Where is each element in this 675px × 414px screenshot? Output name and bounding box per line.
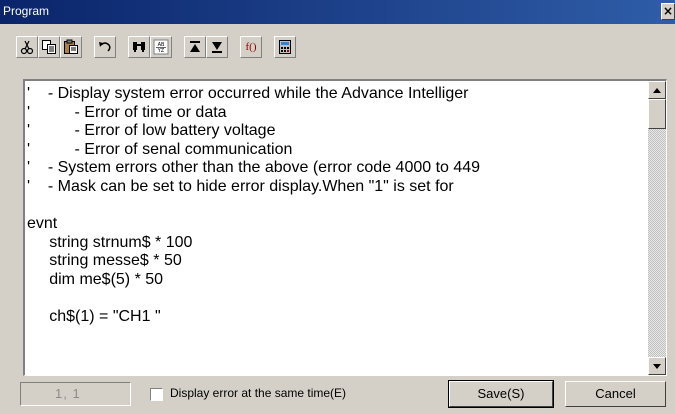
go-bottom-icon (212, 42, 222, 53)
svg-text:YZ: YZ (157, 48, 165, 54)
code-line[interactable]: string strnum$ * 100 (27, 234, 653, 253)
paste-button[interactable] (60, 36, 82, 58)
scroll-down-button[interactable] (648, 357, 666, 375)
program-window: Program × AB YZ f() ' - Display system e… (0, 0, 675, 414)
code-line[interactable]: string messe$ * 50 (27, 252, 653, 271)
status-bar: 1, 1 Display error at the same time(E) S… (0, 376, 675, 414)
go-bottom-button[interactable] (206, 36, 228, 58)
code-line[interactable]: evnt (27, 215, 653, 234)
code-line[interactable]: ' - System errors other than the above (… (27, 159, 653, 178)
display-error-checkbox[interactable] (150, 388, 163, 401)
replace-icon: AB YZ (153, 39, 169, 55)
cancel-button[interactable]: Cancel (565, 381, 666, 407)
close-button[interactable]: × (661, 3, 675, 20)
code-line[interactable]: ' - Mask can be set to hide error displa… (27, 178, 653, 197)
find-icon (133, 42, 145, 52)
copy-icon (42, 40, 56, 54)
code-line[interactable] (27, 290, 653, 309)
arrow-up-icon (653, 87, 661, 93)
cut-icon (20, 40, 34, 55)
scroll-up-button[interactable] (648, 81, 666, 99)
cursor-position: 1, 1 (20, 382, 131, 406)
save-button[interactable]: Save(S) (448, 380, 554, 408)
replace-button[interactable]: AB YZ (150, 36, 172, 58)
undo-button[interactable] (94, 36, 116, 58)
calculator-icon (279, 40, 291, 54)
go-top-icon (190, 41, 200, 52)
paste-icon (64, 39, 78, 54)
code-line[interactable] (27, 197, 653, 216)
go-top-button[interactable] (184, 36, 206, 58)
undo-icon (99, 42, 111, 52)
window-title: Program (3, 4, 50, 18)
copy-button[interactable] (38, 36, 60, 58)
code-text[interactable]: ' - Display system error occurred while … (27, 85, 653, 373)
scroll-thumb[interactable] (648, 99, 666, 129)
code-line[interactable]: ch$(1) = "CH1 " (27, 308, 653, 327)
arrow-down-icon (653, 363, 661, 369)
function-icon: f() (245, 41, 257, 53)
find-button[interactable] (128, 36, 150, 58)
code-line[interactable]: ' - Error of low battery voltage (27, 122, 653, 141)
function-button[interactable]: f() (240, 36, 262, 58)
vertical-scrollbar[interactable] (648, 81, 666, 375)
display-error-label[interactable]: Display error at the same time(E) (170, 386, 346, 400)
calculator-button[interactable] (274, 36, 296, 58)
code-line[interactable]: ' - Display system error occurred while … (27, 85, 653, 104)
title-bar[interactable]: Program × (0, 0, 675, 24)
code-line[interactable]: ' - Error of time or data (27, 104, 653, 123)
cut-button[interactable] (16, 36, 38, 58)
code-line[interactable]: dim me$(5) * 50 (27, 271, 653, 290)
code-line[interactable]: ' - Error of senal communication (27, 141, 653, 160)
code-editor[interactable]: ' - Display system error occurred while … (23, 79, 667, 376)
